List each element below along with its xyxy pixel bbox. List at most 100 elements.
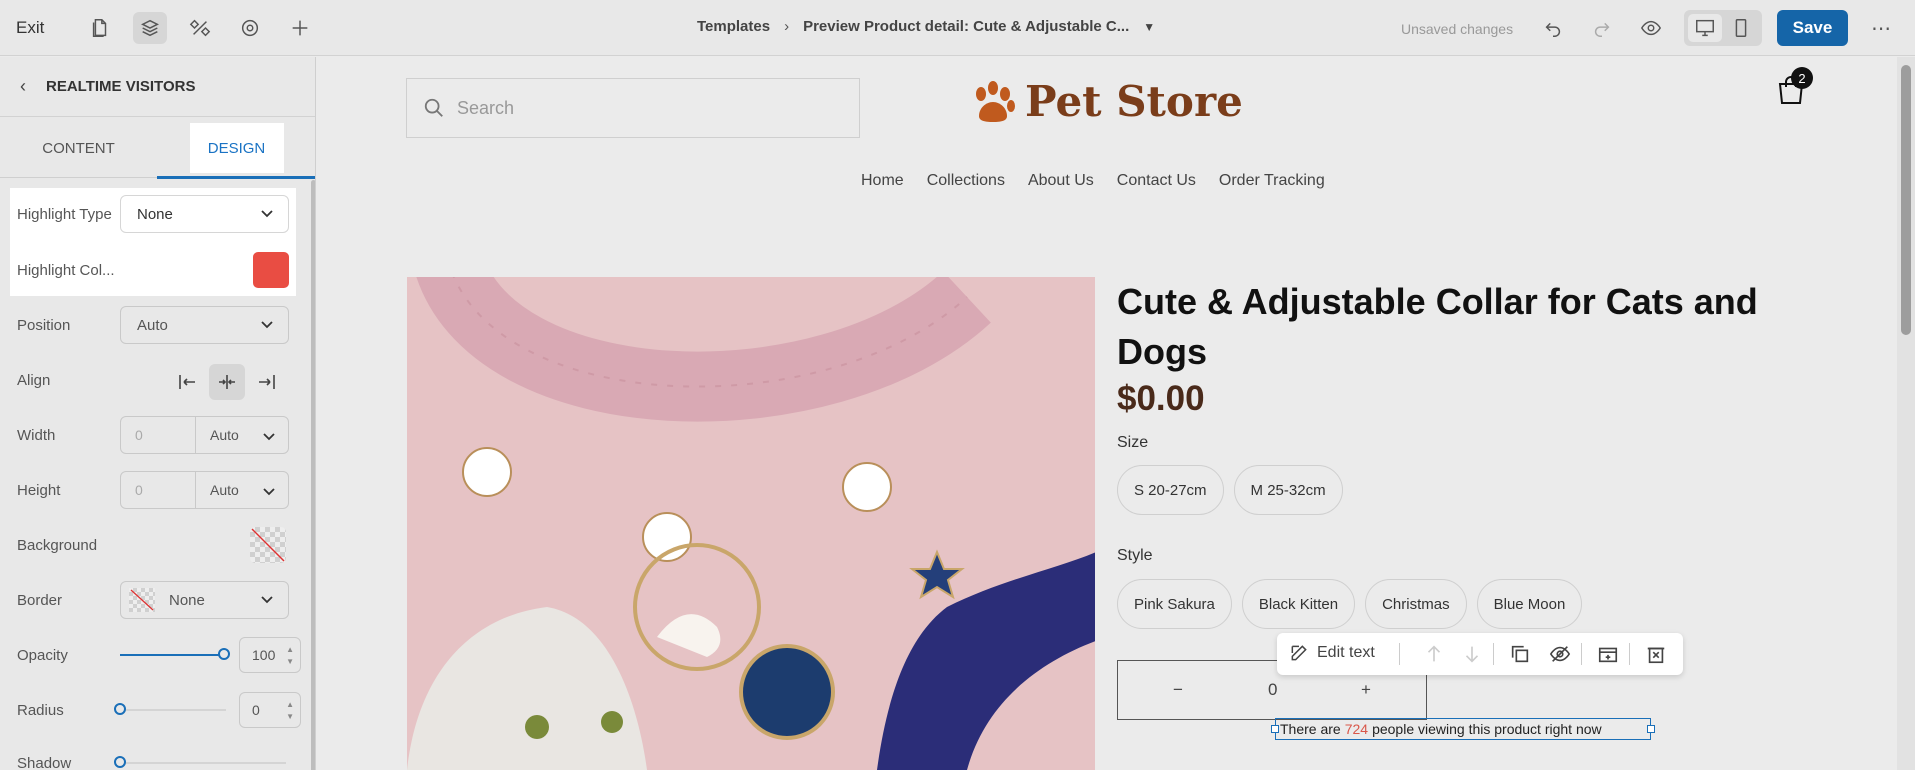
product-title: Cute & Adjustable Collar for Cats and Do…	[1117, 281, 1758, 372]
stepper-up-icon[interactable]: ▲	[286, 700, 294, 710]
more-icon[interactable]: ⋯	[1864, 12, 1898, 44]
stepper-down-icon[interactable]: ▼	[286, 712, 294, 722]
qty-plus-button[interactable]: +	[1361, 680, 1371, 700]
layers-icon[interactable]	[133, 12, 167, 44]
style-options: Pink Sakura Black Kitten Christmas Blue …	[1117, 579, 1583, 629]
move-down-icon[interactable]	[1461, 643, 1483, 665]
back-arrow-icon[interactable]: ‹	[20, 76, 26, 97]
canvas-scrollbar[interactable]	[1897, 57, 1915, 770]
panel-scrollbar[interactable]	[311, 180, 315, 770]
edit-text-label: Edit text	[1317, 644, 1375, 661]
width-row: Width 0 Auto	[17, 415, 292, 455]
highlight-color-swatch[interactable]	[253, 252, 289, 288]
device-toggle	[1684, 10, 1762, 46]
width-input[interactable]: 0 Auto	[120, 416, 289, 454]
position-row: Position Auto	[17, 305, 292, 345]
opacity-stepper[interactable]: 100 ▲ ▼	[239, 637, 301, 673]
opacity-slider-track[interactable]	[120, 654, 226, 656]
radius-stepper[interactable]: 0 ▲ ▼	[239, 692, 301, 728]
height-value[interactable]: 0	[121, 472, 196, 508]
page-icon[interactable]	[83, 12, 117, 44]
add-section-icon[interactable]	[1597, 643, 1619, 665]
hide-icon[interactable]	[1549, 643, 1571, 665]
chevron-down-icon[interactable]: ▼	[1143, 20, 1155, 34]
plus-icon[interactable]	[283, 12, 317, 44]
height-unit: Auto	[210, 482, 239, 498]
border-select[interactable]: None	[120, 581, 289, 619]
chevron-down-icon	[262, 429, 276, 446]
align-center-icon[interactable]	[209, 364, 245, 400]
chevron-right-icon: ›	[784, 18, 790, 35]
qty-value[interactable]: 0	[1268, 680, 1277, 700]
design-panel: ‹ REALTIME VISITORS CONTENT DESIGN Highl…	[0, 57, 316, 770]
breadcrumb-page[interactable]: Preview Product detail: Cute & Adjustabl…	[803, 18, 1129, 35]
store-logo[interactable]: Pet Store	[969, 77, 1243, 126]
duplicate-icon[interactable]	[1509, 643, 1531, 665]
nav-about-us[interactable]: About Us	[1028, 172, 1094, 190]
opacity-slider-thumb[interactable]	[218, 648, 230, 660]
visitors-prefix: There are	[1280, 721, 1341, 737]
radius-label: Radius	[17, 701, 64, 719]
canvas-scrollbar-thumb[interactable]	[1901, 65, 1911, 335]
realtime-visitors-text[interactable]: There are 724 people viewing this produc…	[1275, 718, 1651, 740]
undo-icon[interactable]	[1536, 12, 1570, 44]
exit-button[interactable]: Exit	[16, 18, 44, 38]
style-option[interactable]: Pink Sakura	[1117, 579, 1232, 629]
store-search[interactable]: Search	[406, 78, 860, 138]
nav-home[interactable]: Home	[861, 172, 904, 190]
toolbar-divider	[1493, 643, 1494, 665]
redo-icon[interactable]	[1585, 12, 1619, 44]
height-input[interactable]: 0 Auto	[120, 471, 289, 509]
align-right-icon[interactable]	[249, 364, 285, 400]
position-select[interactable]: Auto	[120, 306, 289, 344]
panel-title: REALTIME VISITORS	[46, 78, 196, 95]
cart-count-badge: 2	[1791, 67, 1813, 89]
stepper-up-icon[interactable]: ▲	[286, 645, 294, 655]
nav-contact-us[interactable]: Contact Us	[1117, 172, 1196, 190]
mobile-icon[interactable]	[1724, 14, 1758, 42]
width-value[interactable]: 0	[121, 417, 196, 453]
align-left-icon[interactable]	[169, 364, 205, 400]
size-option[interactable]: M 25-32cm	[1233, 465, 1343, 515]
toolbar-divider	[1581, 643, 1582, 665]
cart-button[interactable]: 2	[1777, 67, 1813, 110]
shadow-slider-thumb[interactable]	[114, 756, 126, 768]
align-label: Align	[17, 371, 51, 389]
background-color-swatch[interactable]	[250, 527, 286, 563]
size-label: Size	[1117, 434, 1149, 451]
radius-slider-track[interactable]	[120, 709, 226, 711]
resize-handle-left[interactable]	[1271, 725, 1279, 733]
height-unit-select[interactable]: Auto	[196, 472, 288, 508]
edit-text-button[interactable]: Edit text	[1289, 643, 1375, 663]
qty-minus-button[interactable]: −	[1173, 680, 1183, 700]
components-icon[interactable]	[183, 12, 217, 44]
delete-icon[interactable]	[1645, 643, 1667, 665]
shadow-slider-track[interactable]	[120, 762, 286, 764]
style-option[interactable]: Blue Moon	[1476, 579, 1583, 629]
size-option[interactable]: S 20-27cm	[1117, 465, 1224, 515]
background-label: Background	[17, 536, 98, 554]
save-button[interactable]: Save	[1777, 10, 1848, 46]
radius-slider-thumb[interactable]	[114, 703, 126, 715]
preview-icon[interactable]	[1634, 12, 1668, 44]
toolbar-divider	[1399, 643, 1400, 665]
tab-content[interactable]: CONTENT	[0, 118, 157, 178]
move-up-icon[interactable]	[1423, 643, 1445, 665]
breadcrumb-templates[interactable]: Templates	[697, 18, 770, 35]
nav-order-tracking[interactable]: Order Tracking	[1219, 172, 1325, 190]
desktop-icon[interactable]	[1688, 14, 1722, 42]
tab-design[interactable]: DESIGN	[157, 118, 315, 179]
top-toolbar: Exit Templates › Preview Product detail:…	[0, 0, 1915, 56]
resize-handle-right[interactable]	[1647, 725, 1655, 733]
style-option[interactable]: Christmas	[1365, 579, 1467, 629]
style-option[interactable]: Black Kitten	[1241, 579, 1356, 629]
stepper-down-icon[interactable]: ▼	[286, 657, 294, 667]
highlight-type-select[interactable]: None	[120, 195, 289, 233]
settings-icon[interactable]	[233, 12, 267, 44]
border-value: None	[169, 591, 205, 609]
height-row: Height 0 Auto	[17, 470, 292, 510]
element-toolbar: Edit text	[1277, 633, 1683, 675]
product-image[interactable]	[407, 277, 1095, 770]
nav-collections[interactable]: Collections	[927, 172, 1005, 190]
width-unit-select[interactable]: Auto	[196, 417, 288, 453]
